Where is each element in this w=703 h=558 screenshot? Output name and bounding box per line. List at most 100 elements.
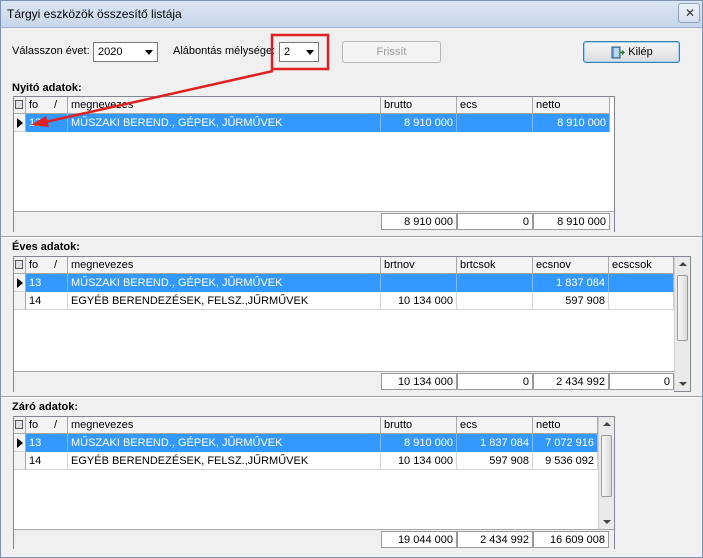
col-header-megnevezes[interactable]: megnevezes: [68, 417, 381, 434]
cell-brtnov[interactable]: [381, 274, 457, 292]
cell-ecsnov[interactable]: 597 908: [533, 292, 609, 310]
cell-fo[interactable]: 13: [26, 114, 68, 132]
col-header-brtcsok[interactable]: brtcsok: [457, 257, 533, 274]
cell-ecs[interactable]: [457, 114, 533, 132]
cell-megnevezes[interactable]: MŰSZAKI BEREND., GÉPEK, JŰRMŰVEK: [68, 434, 381, 452]
row-indicator: [14, 114, 26, 132]
cell-ecsnov[interactable]: 1 837 084: [533, 274, 609, 292]
annual-section-label: Éves adatok:: [12, 241, 80, 253]
table-row[interactable]: 13 MŰSZAKI BEREND., GÉPEK, JŰRMŰVEK 1 83…: [14, 274, 674, 292]
cell-megnevezes[interactable]: EGYÉB BERENDEZÉSEK, FELSZ.,JŰRMŰVEK: [68, 292, 381, 310]
close-icon: ✕: [685, 6, 696, 20]
depth-label: Alábontás mélysége:: [173, 45, 276, 57]
scroll-down-icon[interactable]: [603, 520, 611, 524]
cell-ecscsok[interactable]: [609, 292, 674, 310]
cell-ecs[interactable]: 597 908: [457, 452, 533, 470]
current-row-icon: [17, 438, 23, 448]
cell-fo[interactable]: 14: [26, 452, 68, 470]
cell-fo[interactable]: 14: [26, 292, 68, 310]
col-header-fo[interactable]: fo /: [26, 257, 68, 274]
main-window: Tárgyi eszközök összesítő listája ✕ Vála…: [0, 0, 703, 558]
cell-netto[interactable]: 9 536 092: [533, 452, 598, 470]
row-indicator: [14, 292, 26, 310]
year-value: 2020: [98, 46, 123, 58]
cell-fo[interactable]: 13: [26, 274, 68, 292]
table-row[interactable]: 14 EGYÉB BERENDEZÉSEK, FELSZ.,JŰRMŰVEK 1…: [14, 292, 674, 310]
col-header-ecs[interactable]: ecs: [457, 97, 533, 114]
total-netto: 16 609 008: [533, 531, 609, 548]
refresh-button-label: Frissít: [376, 46, 407, 58]
closing-section-label: Záró adatok:: [12, 401, 79, 413]
total-brutto: 19 044 000: [381, 531, 457, 548]
scroll-up-icon[interactable]: [603, 422, 611, 426]
total-ecs: 0: [457, 213, 533, 230]
scroll-up-icon[interactable]: [679, 262, 687, 266]
cell-brtcsok[interactable]: [457, 292, 533, 310]
total-brutto: 8 910 000: [381, 213, 457, 230]
refresh-button[interactable]: Frissít: [342, 41, 441, 63]
col-header-brutto[interactable]: brutto: [381, 97, 457, 114]
cell-megnevezes[interactable]: EGYÉB BERENDEZÉSEK, FELSZ.,JŰRMŰVEK: [68, 452, 381, 470]
col-header-ecsnov[interactable]: ecsnov: [533, 257, 609, 274]
title-bar: Tárgyi eszközök összesítő listája ✕: [1, 1, 702, 28]
total-ecscsok: 0: [609, 373, 674, 390]
annual-grid[interactable]: fo / megnevezes brtnov brtcsok ecsnov ecs…: [13, 256, 691, 392]
grid-corner: [14, 257, 26, 274]
total-netto: 8 910 000: [533, 213, 610, 230]
opening-grid[interactable]: fo / megnevezes brutto ecs netto 13 MŰSZA…: [13, 96, 615, 232]
depth-combobox[interactable]: 2: [279, 42, 319, 62]
scroll-down-icon[interactable]: [679, 382, 687, 386]
total-ecsnov: 2 434 992: [533, 373, 609, 390]
col-header-fo[interactable]: fo /: [26, 97, 68, 114]
current-row-icon: [17, 118, 23, 128]
col-header-netto[interactable]: netto: [533, 97, 610, 114]
chevron-down-icon: [145, 50, 153, 55]
year-combobox[interactable]: 2020: [93, 42, 158, 62]
opening-totals-footer: 8 910 000 0 8 910 000: [14, 211, 614, 232]
cell-brtnov[interactable]: 10 134 000: [381, 292, 457, 310]
chevron-down-icon: [306, 50, 314, 55]
cell-megnevezes[interactable]: MŰSZAKI BEREND., GÉPEK, JŰRMŰVEK: [68, 114, 381, 132]
cell-brtcsok[interactable]: [457, 274, 533, 292]
col-header-fo[interactable]: fo /: [26, 417, 68, 434]
total-ecs: 2 434 992: [457, 531, 533, 548]
cell-ecs[interactable]: 1 837 084: [457, 434, 533, 452]
exit-button-label: Kilép: [628, 46, 653, 58]
exit-button[interactable]: Kilép: [583, 41, 680, 63]
cell-brutto[interactable]: 8 910 000: [381, 434, 457, 452]
table-row[interactable]: 13 MŰSZAKI BEREND., GÉPEK, JŰRMŰVEK 8 91…: [14, 434, 598, 452]
grid-corner: [14, 97, 26, 114]
col-header-ecscsok[interactable]: ecscsok: [609, 257, 674, 274]
cell-brutto[interactable]: 8 910 000: [381, 114, 457, 132]
cell-ecscsok[interactable]: [609, 274, 674, 292]
col-header-brtnov[interactable]: brtnov: [381, 257, 457, 274]
annual-vertical-scrollbar[interactable]: [674, 257, 690, 391]
closing-grid[interactable]: fo / megnevezes brutto ecs netto 13 MŰSZA…: [13, 416, 615, 550]
depth-value: 2: [284, 46, 291, 58]
section-divider: [1, 396, 702, 398]
close-button[interactable]: ✕: [678, 3, 700, 23]
scroll-thumb[interactable]: [601, 435, 612, 497]
col-header-netto[interactable]: netto: [533, 417, 598, 434]
cell-netto[interactable]: 8 910 000: [533, 114, 610, 132]
grid-options-icon: [15, 420, 23, 429]
grid-options-icon: [15, 260, 23, 269]
col-header-brutto[interactable]: brutto: [381, 417, 457, 434]
row-indicator: [14, 452, 26, 470]
cell-fo[interactable]: 13: [26, 434, 68, 452]
grid-options-icon: [15, 100, 23, 109]
closing-vertical-scrollbar[interactable]: [598, 417, 614, 529]
col-header-ecs[interactable]: ecs: [457, 417, 533, 434]
cell-brutto[interactable]: 10 134 000: [381, 452, 457, 470]
opening-section-label: Nyitó adatok:: [12, 82, 82, 94]
cell-netto[interactable]: 7 072 916: [533, 434, 598, 452]
section-divider: [1, 236, 702, 238]
table-row[interactable]: 13 MŰSZAKI BEREND., GÉPEK, JŰRMŰVEK 8 91…: [14, 114, 610, 132]
col-header-megnevezes[interactable]: megnevezes: [68, 257, 381, 274]
table-row[interactable]: 14 EGYÉB BERENDEZÉSEK, FELSZ.,JŰRMŰVEK 1…: [14, 452, 598, 470]
cell-megnevezes[interactable]: MŰSZAKI BEREND., GÉPEK, JŰRMŰVEK: [68, 274, 381, 292]
total-brtcsok: 0: [457, 373, 533, 390]
scroll-thumb[interactable]: [677, 275, 688, 341]
current-row-icon: [17, 278, 23, 288]
col-header-megnevezes[interactable]: megnevezes: [68, 97, 381, 114]
